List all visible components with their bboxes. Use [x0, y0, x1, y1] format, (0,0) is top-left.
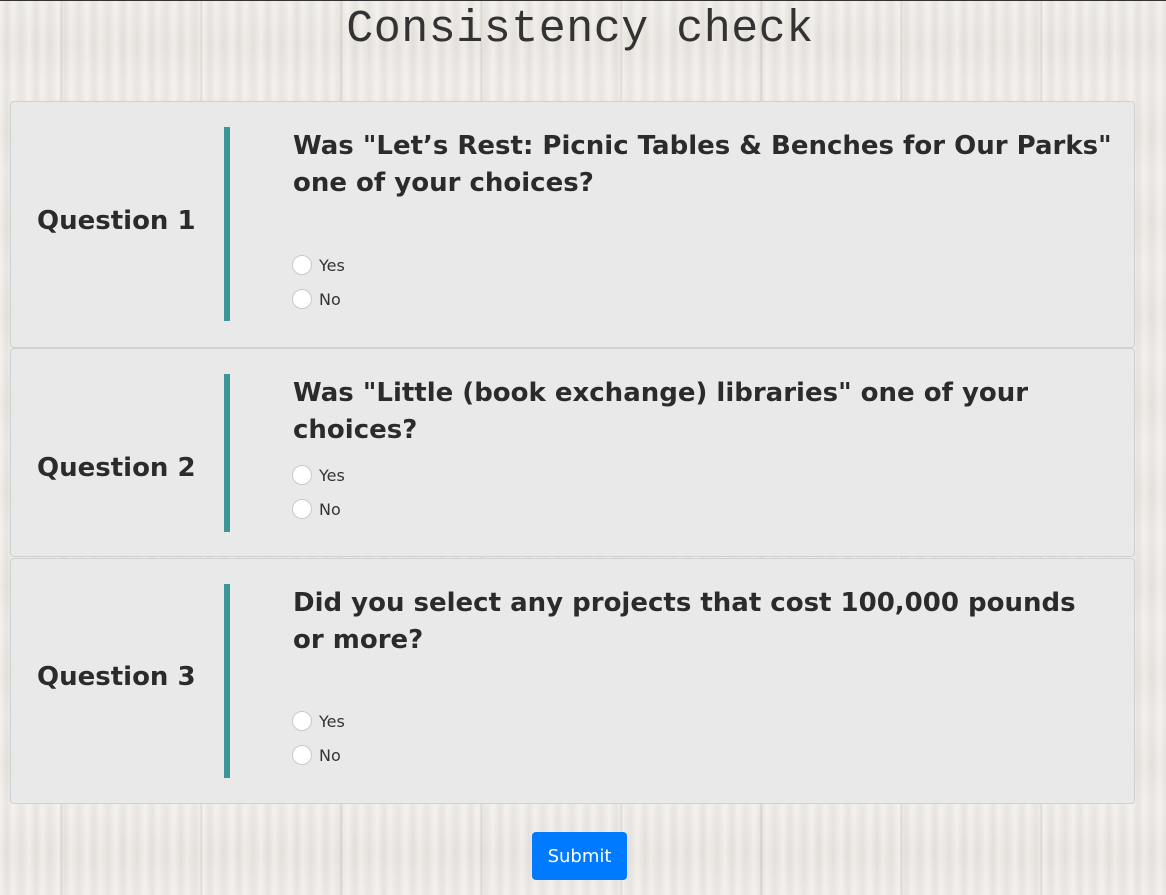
q2-no-option[interactable]: No — [292, 497, 341, 521]
question-card-3: Question 3 Did you select any projects t… — [10, 558, 1135, 804]
option-label: No — [319, 499, 341, 519]
accent-bar — [224, 374, 230, 532]
accent-bar — [224, 127, 230, 321]
submit-button[interactable]: Submit — [532, 832, 627, 880]
option-label: Yes — [319, 711, 345, 731]
option-label: Yes — [319, 255, 345, 275]
q1-yes-option[interactable]: Yes — [292, 253, 345, 277]
option-label: Yes — [319, 465, 345, 485]
q3-no-option[interactable]: No — [292, 743, 341, 767]
question-text: Was "Little (book exchange) libraries" o… — [293, 378, 1029, 445]
q1-no-option[interactable]: No — [292, 287, 341, 311]
question-label: Question 2 — [37, 453, 196, 483]
q3-yes-radio[interactable] — [292, 711, 312, 731]
question-card-1: Question 1 Was "Let’s Rest: Picnic Table… — [10, 101, 1135, 348]
accent-bar — [224, 584, 230, 778]
question-label: Question 3 — [37, 662, 196, 692]
top-border — [0, 0, 1166, 1]
q2-no-radio[interactable] — [292, 499, 312, 519]
page-title: Consistency check — [346, 4, 814, 55]
q2-yes-option[interactable]: Yes — [292, 463, 345, 487]
question-label: Question 1 — [37, 206, 196, 236]
q3-no-radio[interactable] — [292, 745, 312, 765]
question-text: Did you select any projects that cost 10… — [293, 588, 1076, 655]
q2-yes-radio[interactable] — [292, 465, 312, 485]
q1-no-radio[interactable] — [292, 289, 312, 309]
option-label: No — [319, 289, 341, 309]
option-label: No — [319, 745, 341, 765]
question-card-2: Question 2 Was "Little (book exchange) l… — [10, 348, 1135, 557]
question-text: Was "Let’s Rest: Picnic Tables & Benches… — [293, 131, 1112, 198]
q3-yes-option[interactable]: Yes — [292, 709, 345, 733]
q1-yes-radio[interactable] — [292, 255, 312, 275]
